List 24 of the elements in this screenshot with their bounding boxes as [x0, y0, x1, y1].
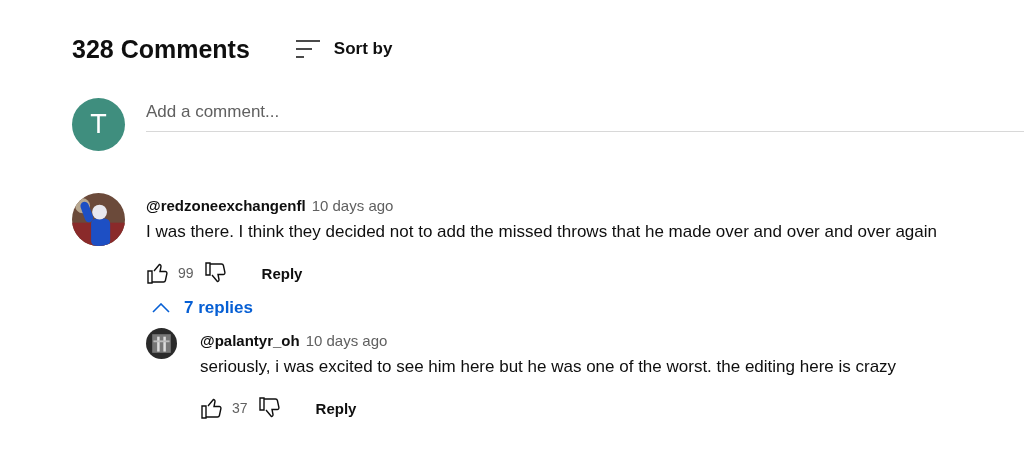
- sort-button[interactable]: Sort by: [295, 39, 393, 59]
- like-button[interactable]: [200, 396, 224, 420]
- comments-count: 328 Comments: [72, 34, 250, 64]
- comment-text: I was there. I think they decided not to add the missed throws that he made over and over and over again: [146, 222, 937, 242]
- like-count: 99: [178, 265, 194, 281]
- reply-button[interactable]: Reply: [315, 399, 357, 417]
- thumbs-down-icon: [203, 261, 228, 285]
- chevron-icon: [152, 303, 170, 313]
- replies-toggle[interactable]: 7 replies: [152, 298, 937, 318]
- reply-button[interactable]: Reply: [261, 264, 303, 282]
- thumbs-up-icon: [146, 261, 170, 285]
- dislike-button[interactable]: [203, 261, 228, 285]
- like-count: 37: [232, 400, 248, 416]
- comment-time: 10 days ago: [311, 197, 394, 214]
- comment-text: seriously, i was excited to see him here but he was one of the worst. the editing here is crazy: [200, 357, 897, 377]
- thumbs-down-icon: [257, 396, 282, 420]
- dislike-button[interactable]: [257, 396, 282, 420]
- like-button[interactable]: [146, 261, 170, 285]
- comment-author[interactable]: @palantyr_oh: [200, 332, 300, 349]
- comment-author[interactable]: @redzoneexchangenfl: [146, 197, 306, 214]
- user-avatar: T: [72, 98, 125, 151]
- sort-icon: [295, 39, 320, 59]
- thumbs-up-icon: [200, 396, 224, 420]
- comment-time: 10 days ago: [305, 332, 388, 349]
